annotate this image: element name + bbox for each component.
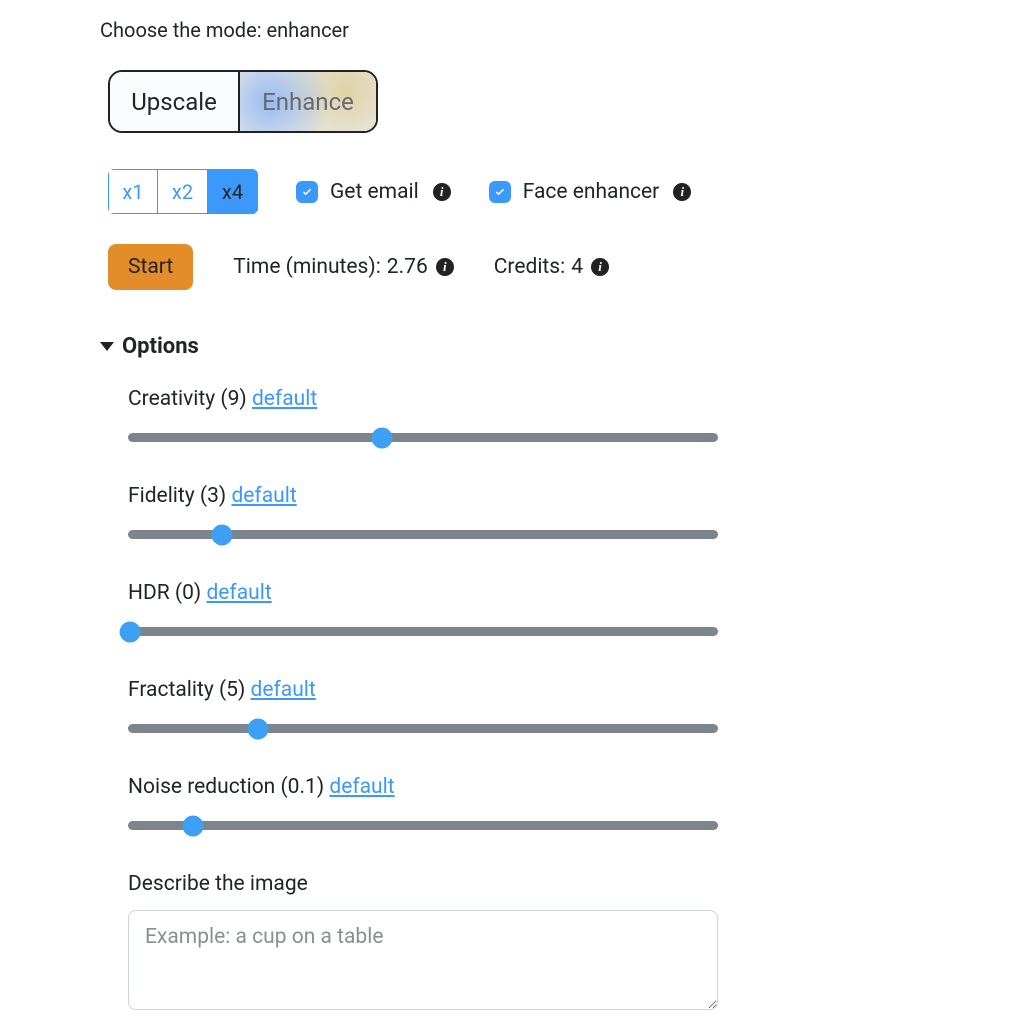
creativity-default-link[interactable]: default: [252, 387, 317, 411]
fractality-slider[interactable]: [128, 722, 718, 735]
start-button[interactable]: Start: [108, 244, 193, 290]
describe-label: Describe the image: [128, 872, 924, 896]
creativity-slider[interactable]: [128, 431, 718, 444]
mode-tab-upscale-label: Upscale: [131, 88, 217, 116]
hdr-value: 0: [182, 581, 194, 605]
creativity-slider-thumb[interactable]: [371, 427, 392, 448]
get-email-label: Get email: [330, 180, 419, 204]
face-enhancer-info-icon[interactable]: i: [673, 183, 691, 201]
mode-indicator: Choose the mode: enhancer: [100, 18, 924, 42]
time-info-icon[interactable]: i: [436, 258, 454, 276]
hdr-slider[interactable]: [128, 625, 718, 638]
credits-stat: Credits: 4 i: [494, 255, 609, 279]
scale-option-x4[interactable]: x4: [208, 169, 258, 214]
slider-track: [128, 724, 718, 733]
fidelity-label-suffix: ): [219, 484, 226, 508]
noise-slider[interactable]: [128, 819, 718, 832]
fractality-label-prefix: Fractality (: [128, 678, 226, 702]
noise-slider-thumb[interactable]: [182, 815, 203, 836]
slider-track: [128, 821, 718, 830]
time-stat: Time (minutes): 2.76 i: [233, 255, 453, 279]
slider-track: [128, 627, 718, 636]
mode-tab-enhance[interactable]: Enhance: [240, 72, 376, 131]
time-label: Time (minutes):: [233, 255, 381, 279]
hdr-label-suffix: ): [194, 581, 201, 605]
scale-option-x1[interactable]: x1: [108, 169, 158, 214]
scale-group: x1 x2 x4: [108, 169, 258, 214]
options-toggle[interactable]: Options: [100, 334, 924, 359]
hdr-default-link[interactable]: default: [206, 581, 271, 605]
caret-down-icon: [100, 342, 114, 351]
credits-label: Credits:: [494, 255, 565, 279]
mode-indicator-prefix: Choose the mode:: [100, 18, 267, 42]
noise-default-link[interactable]: default: [329, 775, 394, 799]
noise-label-suffix: ): [317, 775, 324, 799]
fractality-value: 5: [226, 678, 238, 702]
fractality-default-link[interactable]: default: [251, 678, 316, 702]
get-email-info-icon[interactable]: i: [433, 183, 451, 201]
creativity-label-prefix: Creativity (: [128, 387, 228, 411]
noise-label-prefix: Noise reduction (: [128, 775, 288, 799]
check-icon: [494, 186, 506, 198]
creativity-label-suffix: ): [239, 387, 246, 411]
creativity-value: 9: [228, 387, 240, 411]
fidelity-label-prefix: Fidelity (: [128, 484, 207, 508]
check-icon: [301, 186, 313, 198]
fidelity-value: 3: [207, 484, 219, 508]
fidelity-default-link[interactable]: default: [231, 484, 296, 508]
credits-info-icon[interactable]: i: [591, 258, 609, 276]
get-email-checkbox[interactable]: [296, 181, 318, 203]
face-enhancer-checkbox[interactable]: [489, 181, 511, 203]
credits-value: 4: [571, 255, 583, 279]
noise-value: 0.1: [288, 775, 317, 799]
mode-tab-enhance-label: Enhance: [262, 88, 354, 116]
fractality-slider-thumb[interactable]: [247, 718, 268, 739]
hdr-slider-thumb[interactable]: [120, 621, 141, 642]
face-enhancer-label: Face enhancer: [523, 180, 660, 204]
options-title: Options: [122, 334, 199, 359]
scale-option-x2[interactable]: x2: [158, 169, 208, 214]
slider-track: [128, 433, 718, 442]
describe-input[interactable]: [128, 910, 718, 1010]
fidelity-slider-thumb[interactable]: [212, 524, 233, 545]
mode-indicator-value: enhancer: [267, 18, 349, 42]
fractality-label-suffix: ): [238, 678, 245, 702]
fidelity-slider[interactable]: [128, 528, 718, 541]
mode-tab-upscale[interactable]: Upscale: [110, 72, 240, 131]
hdr-label-prefix: HDR (: [128, 581, 182, 605]
mode-toggle: Upscale Enhance: [108, 70, 378, 133]
time-value: 2.76: [387, 255, 428, 279]
